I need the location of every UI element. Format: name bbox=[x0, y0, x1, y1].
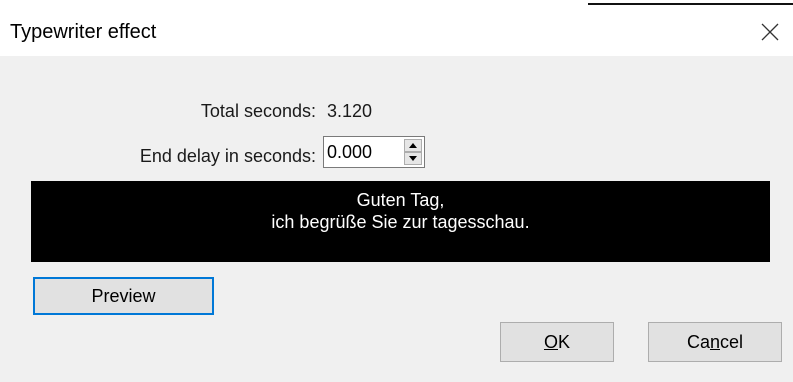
spin-up-button[interactable] bbox=[404, 139, 422, 152]
preview-text-line-2: ich begrüße Sie zur tagesschau. bbox=[271, 212, 530, 232]
typewriter-effect-dialog: Typewriter effect Total seconds: 3.120 E… bbox=[0, 0, 793, 382]
total-seconds-label: Total seconds: bbox=[200, 101, 316, 121]
preview-text-line-1: Guten Tag, bbox=[356, 190, 445, 210]
dialog-title: Typewriter effect bbox=[10, 21, 157, 43]
preview-button[interactable]: Preview bbox=[33, 277, 214, 315]
dialog-body: Total seconds: 3.120 End delay in second… bbox=[10, 56, 793, 382]
end-delay-spinner[interactable] bbox=[323, 136, 425, 168]
preview-button-label: Preview bbox=[91, 285, 156, 306]
ok-button[interactable]: OK bbox=[500, 322, 614, 362]
cancel-label-rest: cel bbox=[720, 331, 744, 352]
spinner-buttons bbox=[404, 139, 422, 165]
close-button[interactable] bbox=[747, 8, 793, 56]
ok-mnemonic: O bbox=[543, 331, 558, 352]
cancel-label-start: Ca bbox=[686, 331, 710, 352]
cancel-button[interactable]: Ca n cel bbox=[648, 322, 782, 362]
total-seconds-value: 3.120 bbox=[327, 101, 373, 121]
window-edge-line bbox=[588, 3, 793, 5]
ok-label-rest: K bbox=[558, 331, 571, 352]
spin-down-button[interactable] bbox=[404, 152, 422, 165]
cancel-mnemonic: n bbox=[709, 331, 720, 352]
close-icon bbox=[761, 23, 779, 41]
title-bar: Typewriter effect bbox=[0, 8, 793, 56]
end-delay-label: End delay in seconds: bbox=[139, 146, 316, 166]
window-top-strip bbox=[0, 0, 793, 8]
end-delay-input[interactable] bbox=[327, 141, 395, 163]
typewriter-preview-area: Guten Tag, ich begrüße Sie zur tagesscha… bbox=[31, 181, 770, 262]
chevron-up-icon bbox=[409, 143, 417, 148]
chevron-down-icon bbox=[409, 156, 417, 161]
